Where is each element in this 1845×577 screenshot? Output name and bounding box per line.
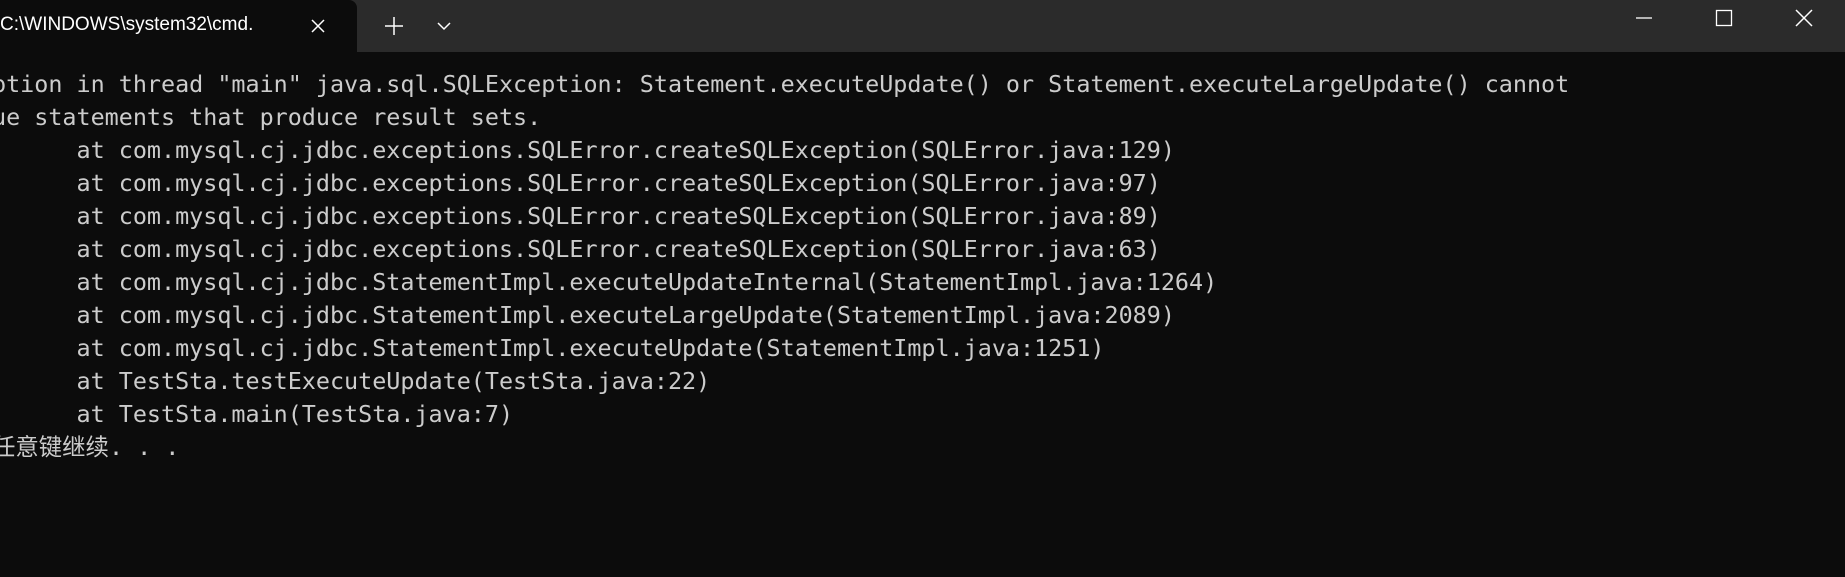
console-line: at com.mysql.cj.jdbc.StatementImpl.execu… xyxy=(0,268,1218,296)
console-output[interactable]: ption in thread "main" java.sql.SQLExcep… xyxy=(0,68,1845,464)
console-line: at TestSta.main(TestSta.java:7) xyxy=(0,400,514,428)
minimize-icon[interactable] xyxy=(1604,0,1684,36)
tab-close-icon[interactable] xyxy=(303,11,333,41)
new-tab-plus-icon[interactable] xyxy=(377,9,411,43)
console-line: at com.mysql.cj.jdbc.exceptions.SQLError… xyxy=(0,169,1161,197)
console-line: at com.mysql.cj.jdbc.exceptions.SQLError… xyxy=(0,202,1161,230)
maximize-icon[interactable] xyxy=(1684,0,1764,36)
console-line: at TestSta.testExecuteUpdate(TestSta.jav… xyxy=(0,367,711,395)
console-line: ue statements that produce result sets. xyxy=(0,103,542,131)
console-line: at com.mysql.cj.jdbc.exceptions.SQLError… xyxy=(0,136,1175,164)
terminal-window: C:\WINDOWS\system32\cmd. ption in thread… xyxy=(0,0,1845,577)
console-line: at com.mysql.cj.jdbc.StatementImpl.execu… xyxy=(0,301,1175,329)
tab-cmd[interactable]: C:\WINDOWS\system32\cmd. xyxy=(0,0,357,52)
console-line: ption in thread "main" java.sql.SQLExcep… xyxy=(0,70,1570,98)
title-bar[interactable]: C:\WINDOWS\system32\cmd. xyxy=(0,0,1845,52)
close-icon[interactable] xyxy=(1764,0,1844,36)
console-prompt-line: 任意键继续. . . xyxy=(0,433,180,461)
tab-title: C:\WINDOWS\system32\cmd. xyxy=(0,14,254,35)
chevron-down-icon[interactable] xyxy=(430,9,458,43)
console-line: at com.mysql.cj.jdbc.exceptions.SQLError… xyxy=(0,235,1161,263)
console-line: at com.mysql.cj.jdbc.StatementImpl.execu… xyxy=(0,334,1105,362)
